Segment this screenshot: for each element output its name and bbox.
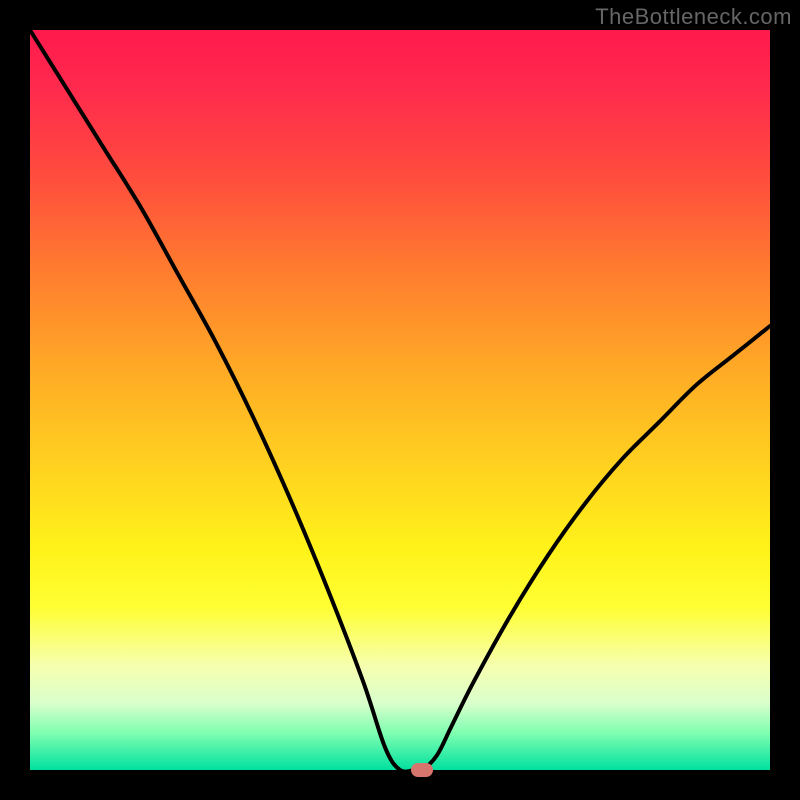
plot-area (30, 30, 770, 770)
optimum-marker (411, 763, 433, 777)
chart-frame: TheBottleneck.com (0, 0, 800, 800)
curve-svg (30, 30, 770, 770)
watermark-text: TheBottleneck.com (595, 4, 792, 30)
bottleneck-curve (30, 30, 770, 772)
